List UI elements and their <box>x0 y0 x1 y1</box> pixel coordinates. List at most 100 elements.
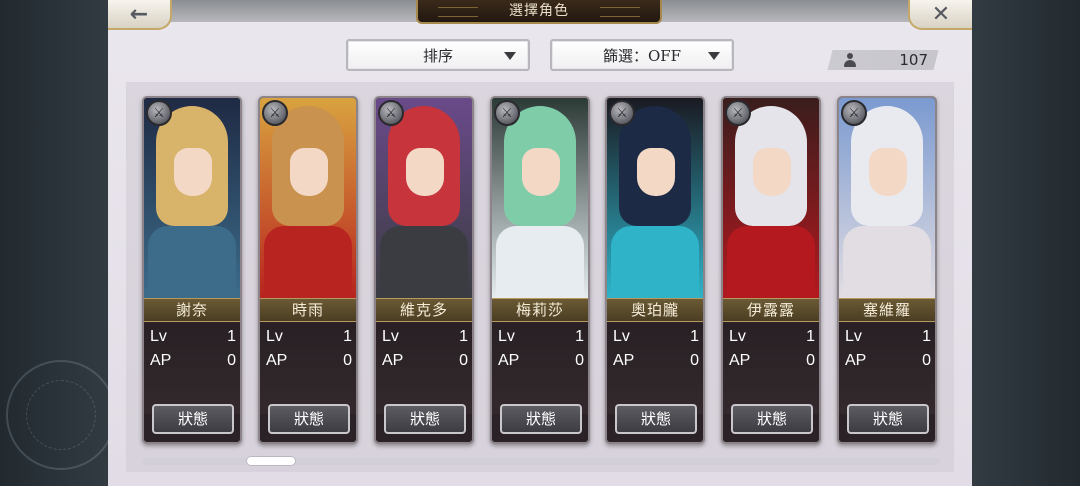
ap-row: AP 0 <box>729 352 815 374</box>
character-stats: Lv 1 AP 0 <box>144 324 240 414</box>
right-backdrop <box>972 0 1080 486</box>
portrait-outfit <box>843 226 931 298</box>
level-value: 1 <box>690 328 699 345</box>
weapon-type-icon: ⚔ <box>378 100 404 126</box>
scrollbar-thumb[interactable] <box>246 456 296 466</box>
portrait-outfit <box>380 226 468 298</box>
character-select-panel: ← ✕ 選擇角色 排序 篩選：OFF 107 ⚔ 謝奈 Lv 1 AP 0 狀態… <box>108 0 972 486</box>
ap-row: AP 0 <box>613 352 699 374</box>
status-button[interactable]: 狀態 <box>152 404 234 434</box>
character-card[interactable]: ⚔ 伊露露 Lv 1 AP 0 狀態 <box>721 96 821 444</box>
ap-label: AP <box>613 352 635 369</box>
roster-count-value: 107 <box>899 51 928 69</box>
character-portrait <box>607 98 703 298</box>
character-name: 維克多 <box>376 298 472 322</box>
ap-label: AP <box>845 352 867 369</box>
page-title: 選擇角色 <box>416 0 662 24</box>
ap-label: AP <box>150 352 172 369</box>
level-label: Lv <box>382 328 399 345</box>
ap-value: 0 <box>575 352 584 369</box>
filter-label: 篩選：OFF <box>602 46 682 65</box>
status-button[interactable]: 狀態 <box>847 404 929 434</box>
portrait-face <box>290 148 328 196</box>
level-row: Lv 1 <box>729 328 815 350</box>
ap-value: 0 <box>227 352 236 369</box>
ap-row: AP 0 <box>266 352 352 374</box>
left-backdrop <box>0 0 116 486</box>
character-stats: Lv 1 AP 0 <box>723 324 819 414</box>
ap-row: AP 0 <box>498 352 584 374</box>
character-name: 時雨 <box>260 298 356 322</box>
character-portrait <box>376 98 472 298</box>
character-portrait <box>144 98 240 298</box>
character-portrait <box>492 98 588 298</box>
character-name: 謝奈 <box>144 298 240 322</box>
portrait-face <box>174 148 212 196</box>
sort-dropdown[interactable]: 排序 <box>346 39 530 71</box>
character-name: 奧珀朧 <box>607 298 703 322</box>
portrait-outfit <box>148 226 236 298</box>
character-stats: Lv 1 AP 0 <box>260 324 356 414</box>
back-arrow-icon: ← <box>129 1 149 27</box>
character-card[interactable]: ⚔ 奧珀朧 Lv 1 AP 0 狀態 <box>605 96 705 444</box>
ap-label: AP <box>498 352 520 369</box>
character-card[interactable]: ⚔ 時雨 Lv 1 AP 0 狀態 <box>258 96 358 444</box>
weapon-type-icon: ⚔ <box>609 100 635 126</box>
portrait-outfit <box>611 226 699 298</box>
character-stats: Lv 1 AP 0 <box>492 324 588 414</box>
character-name: 塞維羅 <box>839 298 935 322</box>
status-button[interactable]: 狀態 <box>500 404 582 434</box>
close-button[interactable]: ✕ <box>908 0 972 30</box>
close-icon: ✕ <box>931 1 951 27</box>
character-portrait <box>723 98 819 298</box>
level-label: Lv <box>845 328 862 345</box>
portrait-outfit <box>496 226 584 298</box>
character-stats: Lv 1 AP 0 <box>839 324 935 414</box>
ap-label: AP <box>266 352 288 369</box>
level-value: 1 <box>922 328 931 345</box>
character-portrait <box>839 98 935 298</box>
character-card[interactable]: ⚔ 塞維羅 Lv 1 AP 0 狀態 <box>837 96 937 444</box>
ap-row: AP 0 <box>845 352 931 374</box>
character-card[interactable]: ⚔ 謝奈 Lv 1 AP 0 狀態 <box>142 96 242 444</box>
status-button[interactable]: 狀態 <box>384 404 466 434</box>
level-value: 1 <box>806 328 815 345</box>
character-name: 伊露露 <box>723 298 819 322</box>
portrait-face <box>869 148 907 196</box>
portrait-outfit <box>264 226 352 298</box>
character-stats: Lv 1 AP 0 <box>376 324 472 414</box>
status-button[interactable]: 狀態 <box>615 404 697 434</box>
chevron-down-icon <box>504 52 516 60</box>
weapon-type-icon: ⚔ <box>725 100 751 126</box>
level-value: 1 <box>227 328 236 345</box>
ap-value: 0 <box>806 352 815 369</box>
level-label: Lv <box>266 328 283 345</box>
level-label: Lv <box>498 328 515 345</box>
portrait-face <box>406 148 444 196</box>
character-stats: Lv 1 AP 0 <box>607 324 703 414</box>
level-label: Lv <box>150 328 167 345</box>
ap-value: 0 <box>343 352 352 369</box>
ap-value: 0 <box>690 352 699 369</box>
back-button[interactable]: ← <box>108 0 172 30</box>
level-row: Lv 1 <box>498 328 584 350</box>
weapon-type-icon: ⚔ <box>146 100 172 126</box>
ap-value: 0 <box>459 352 468 369</box>
ap-row: AP 0 <box>382 352 468 374</box>
decorative-ring-inner <box>26 380 96 450</box>
character-name: 梅莉莎 <box>492 298 588 322</box>
level-value: 1 <box>575 328 584 345</box>
chevron-down-icon <box>708 52 720 60</box>
sort-label: 排序 <box>422 46 453 65</box>
level-row: Lv 1 <box>845 328 931 350</box>
portrait-face <box>753 148 791 196</box>
level-row: Lv 1 <box>266 328 352 350</box>
portrait-face <box>637 148 675 196</box>
status-button[interactable]: 狀態 <box>268 404 350 434</box>
level-row: Lv 1 <box>382 328 468 350</box>
status-button[interactable]: 狀態 <box>731 404 813 434</box>
character-card[interactable]: ⚔ 維克多 Lv 1 AP 0 狀態 <box>374 96 474 444</box>
filter-dropdown[interactable]: 篩選：OFF <box>550 39 734 71</box>
character-card[interactable]: ⚔ 梅莉莎 Lv 1 AP 0 狀態 <box>490 96 590 444</box>
ap-label: AP <box>382 352 404 369</box>
